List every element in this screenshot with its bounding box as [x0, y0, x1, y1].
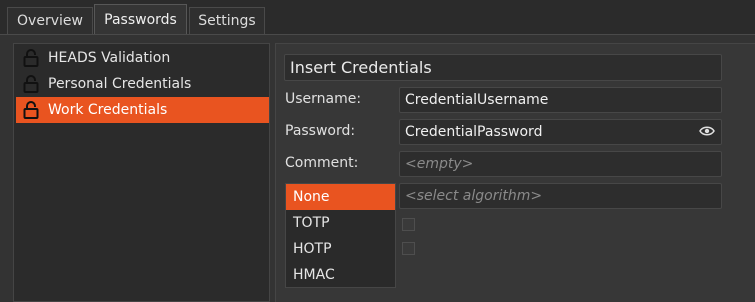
- algorithm-option-label: HMAC: [293, 267, 335, 283]
- list-item-personal-credentials[interactable]: Personal Credentials: [16, 71, 269, 97]
- username-field[interactable]: CredentialUsername: [399, 87, 722, 113]
- password-value: CredentialPassword: [405, 124, 543, 140]
- tab-bar: Overview Passwords Settings: [0, 0, 755, 35]
- password-label: Password:: [285, 123, 356, 139]
- credentials-list[interactable]: HEADS Validation Personal Credentials Wo…: [13, 43, 270, 302]
- algorithm-option-label: HOTP: [293, 241, 332, 257]
- list-item-label: Personal Credentials: [48, 76, 192, 92]
- algorithm-placeholder: <select algorithm>: [405, 188, 543, 204]
- lock-icon: [23, 75, 39, 93]
- form-title: Insert Credentials: [284, 54, 722, 81]
- totp-checkbox[interactable]: [402, 218, 415, 231]
- list-item-label: HEADS Validation: [48, 50, 171, 66]
- algorithm-option-hmac[interactable]: HMAC: [286, 262, 395, 288]
- algorithm-option-hotp[interactable]: HOTP: [286, 236, 395, 262]
- tab-passwords[interactable]: Passwords: [94, 4, 187, 35]
- algorithm-option-none[interactable]: None: [286, 184, 395, 210]
- algorithm-list[interactable]: None TOTP HOTP HMAC: [285, 183, 396, 288]
- algorithm-option-label: None: [293, 189, 330, 205]
- algorithm-option-label: TOTP: [293, 215, 330, 231]
- lock-icon: [23, 49, 39, 67]
- lock-icon: [23, 101, 39, 119]
- eye-icon[interactable]: [699, 126, 715, 136]
- tab-settings-label: Settings: [198, 13, 256, 29]
- tab-settings[interactable]: Settings: [189, 7, 265, 34]
- list-item-work-credentials[interactable]: Work Credentials: [16, 97, 269, 123]
- algorithm-select-field[interactable]: <select algorithm>: [399, 183, 722, 209]
- form-title-text: Insert Credentials: [290, 58, 432, 77]
- tab-overview-label: Overview: [17, 13, 83, 29]
- hotp-checkbox[interactable]: [402, 242, 415, 255]
- password-field[interactable]: CredentialPassword: [399, 119, 722, 145]
- tab-overview[interactable]: Overview: [7, 7, 93, 34]
- username-label: Username:: [285, 91, 362, 107]
- comment-label: Comment:: [285, 155, 359, 171]
- list-item-heads-validation[interactable]: HEADS Validation: [16, 45, 269, 71]
- tab-passwords-label: Passwords: [104, 12, 177, 28]
- algorithm-option-totp[interactable]: TOTP: [286, 210, 395, 236]
- username-value: CredentialUsername: [405, 92, 549, 108]
- comment-field[interactable]: <empty>: [399, 151, 722, 177]
- comment-placeholder: <empty>: [405, 156, 474, 172]
- list-item-label: Work Credentials: [48, 102, 168, 118]
